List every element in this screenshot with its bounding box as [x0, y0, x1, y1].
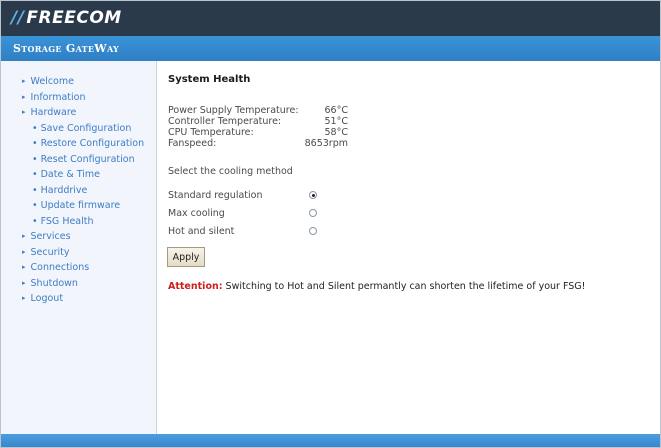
sidebar-item-label: Services [30, 231, 71, 242]
dot-bullet-icon: • [32, 215, 38, 227]
arrow-bullet-icon: ▸ [22, 247, 26, 256]
logo-text: FREECOM [26, 8, 122, 28]
sidebar-item-information[interactable]: ▸ Information [1, 90, 156, 106]
dot-bullet-icon: • [32, 169, 38, 180]
arrow-bullet-icon: ▸ [22, 232, 26, 240]
top-header-bar: //FREECOM [1, 1, 660, 36]
sidebar-item-services[interactable]: ▸ Services [1, 229, 156, 245]
sidebar-item-label: Security [30, 246, 70, 258]
reading-label: Power Supply Temperature: [168, 105, 299, 116]
sidebar-item-update-firmware[interactable]: • Update firmware [1, 198, 156, 214]
sidebar-nav: ▸ Welcome ▸ Information ▸ Hardware • Save Co… [1, 61, 157, 434]
sidebar-item-save-configuration[interactable]: • Save Configuration [1, 121, 156, 137]
sidebar-item-shutdown[interactable]: ▸ Shutdown [1, 276, 156, 292]
sidebar-item-label: Logout [30, 293, 64, 304]
sidebar-item-connections[interactable]: ▸ Connections [1, 260, 156, 276]
cooling-method-prompt: Select the cooling method [168, 166, 293, 177]
sidebar-item-label: Restore Configuration [40, 138, 145, 149]
logo-mark: // [11, 8, 25, 28]
attention-label: Attention: [168, 281, 223, 292]
sidebar-item-label: Connections [30, 262, 90, 273]
option-label: Standard regulation [168, 190, 263, 201]
attention-text: Switching to Hot and Silent permantly ca… [222, 281, 586, 292]
arrow-bullet-icon: ▸ [22, 294, 26, 302]
dot-bullet-icon: • [32, 138, 38, 149]
page-title: System Health [168, 74, 251, 85]
cooling-options-group: Standard regulation Max cooling Hot and … [168, 188, 328, 242]
attention-message: Attention: Switching to Hot and Silent p… [168, 281, 585, 292]
sidebar-item-label: FSG Health [40, 215, 94, 227]
dot-bullet-icon: • [32, 153, 38, 165]
cooling-option-standard: Standard regulation [168, 188, 328, 206]
sidebar-item-fsg-health[interactable]: • FSG Health [1, 214, 156, 230]
sidebar-item-logout[interactable]: ▸ Logout [1, 291, 156, 307]
arrow-bullet-icon: ▸ [22, 278, 26, 287]
apply-button[interactable]: Apply [167, 247, 205, 267]
reading-fanspeed: Fanspeed: 8653rpm [168, 138, 348, 149]
reading-label: Controller Temperature: [168, 116, 282, 127]
sidebar-item-label: Hardware [30, 107, 77, 118]
app-window: //FREECOM Storage GateWay ▸ Welcome ▸ Info… [0, 0, 661, 448]
reading-label: CPU Temperature: [168, 127, 254, 138]
dot-bullet-icon: • [32, 184, 38, 196]
product-title: Storage GateWay [13, 42, 120, 55]
arrow-bullet-icon: ▸ [22, 77, 26, 85]
reading-power-supply-temp: Power Supply Temperature: 66°C [168, 105, 348, 116]
sidebar-item-harddrive[interactable]: • Harddrive [1, 183, 156, 199]
sidebar-item-label: Harddrive [40, 184, 88, 196]
sidebar-item-label: Date & Time [40, 169, 101, 180]
product-title-bar: Storage GateWay [1, 36, 660, 61]
option-label: Hot and silent [168, 226, 235, 237]
radio-hot-and-silent[interactable] [309, 227, 317, 235]
arrow-bullet-icon: ▸ [22, 92, 26, 101]
sidebar-item-welcome[interactable]: ▸ Welcome [1, 74, 156, 90]
option-label: Max cooling [168, 208, 225, 219]
sidebar-item-label: Update firmware [40, 200, 121, 211]
arrow-bullet-icon: ▸ [22, 108, 26, 116]
sidebar-item-hardware[interactable]: ▸ Hardware [1, 105, 156, 121]
radio-standard-regulation[interactable] [309, 191, 317, 199]
main-content: System Health Power Supply Temperature: … [167, 61, 652, 434]
sidebar-item-label: Welcome [30, 76, 74, 87]
cooling-option-max: Max cooling [168, 206, 328, 224]
reading-cpu-temp: CPU Temperature: 58°C [168, 127, 348, 138]
sidebar-item-label: Save Configuration [40, 122, 132, 134]
sidebar-item-label: Reset Configuration [40, 153, 135, 165]
sidebar-item-label: Shutdown [30, 277, 78, 289]
dot-bullet-icon: • [32, 122, 38, 134]
reading-value: 8653rpm [304, 138, 348, 149]
sidebar-item-restore-configuration[interactable]: • Restore Configuration [1, 136, 156, 152]
reading-controller-temp: Controller Temperature: 51°C [168, 116, 348, 127]
reading-value: 66°C [324, 105, 348, 116]
health-readings: Power Supply Temperature: 66°C Controlle… [168, 105, 348, 149]
reading-value: 51°C [324, 116, 348, 127]
sidebar-item-date-time[interactable]: • Date & Time [1, 167, 156, 183]
arrow-bullet-icon: ▸ [22, 263, 26, 271]
nav-list: ▸ Welcome ▸ Information ▸ Hardware • Save Co… [1, 61, 156, 307]
sidebar-item-security[interactable]: ▸ Security [1, 245, 156, 261]
sidebar-item-label: Information [30, 91, 86, 103]
reading-label: Fanspeed: [168, 138, 217, 149]
footer-bar [1, 434, 660, 447]
sidebar-item-reset-configuration[interactable]: • Reset Configuration [1, 152, 156, 168]
radio-max-cooling[interactable] [309, 209, 317, 217]
dot-bullet-icon: • [32, 200, 38, 211]
reading-value: 58°C [324, 127, 348, 138]
cooling-option-hot-silent: Hot and silent [168, 224, 328, 242]
freecom-logo: //FREECOM [11, 8, 122, 28]
